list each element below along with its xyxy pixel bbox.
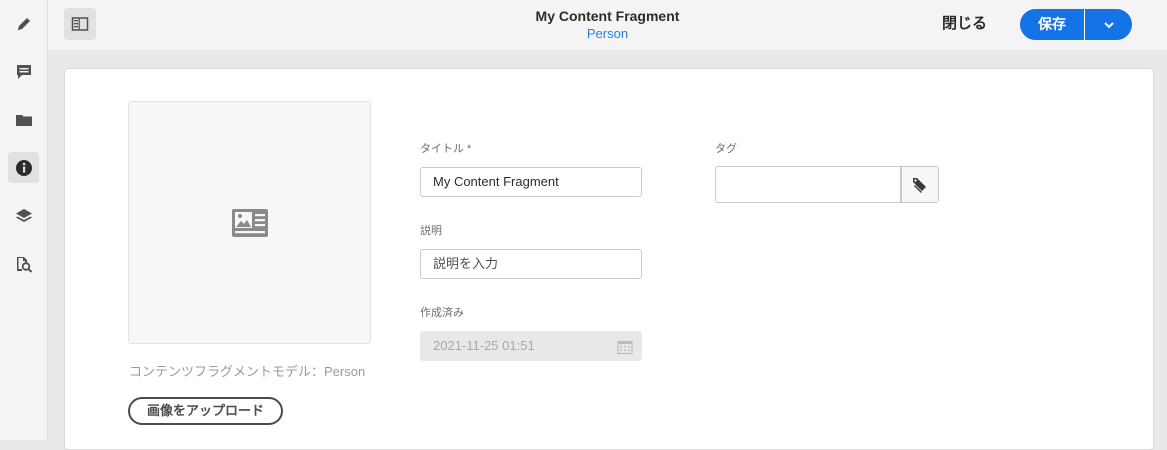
folder-button[interactable]	[8, 104, 39, 135]
title-input[interactable]: My Content Fragment	[420, 167, 642, 197]
title-block: My Content Fragment Person	[48, 6, 1167, 42]
edit-button[interactable]	[8, 8, 39, 39]
info-icon	[15, 159, 32, 176]
tag-icon	[913, 177, 926, 193]
properties-button[interactable]	[8, 152, 39, 183]
calendar-icon	[617, 340, 633, 355]
references-button[interactable]	[8, 248, 39, 279]
page-title: My Content Fragment	[535, 8, 680, 24]
chevron-down-icon	[1103, 21, 1114, 28]
upload-image-button[interactable]: 画像をアップロード	[128, 397, 283, 425]
variations-button[interactable]	[8, 200, 39, 231]
top-bar: My Content Fragment Person 閉じる 保存	[48, 0, 1167, 50]
created-date-field: 2021-11-25 01:51	[420, 331, 642, 361]
tags-input[interactable]	[715, 166, 901, 203]
comment-icon	[16, 64, 31, 79]
close-button[interactable]: 閉じる	[938, 10, 991, 38]
created-label: 作成済み	[420, 307, 464, 319]
save-options-button[interactable]	[1085, 9, 1132, 40]
folder-icon	[15, 114, 32, 126]
save-button[interactable]: 保存	[1020, 9, 1084, 40]
layers-icon	[15, 208, 32, 222]
created-date-value: 2021-11-25 01:51	[433, 338, 535, 353]
description-label: 説明	[420, 225, 442, 237]
open-tag-picker-button[interactable]	[901, 166, 939, 203]
pencil-icon	[17, 17, 30, 30]
thumbnail-placeholder	[128, 101, 371, 344]
image-card-icon	[231, 208, 268, 237]
model-label: コンテンツフラグメントモデル：Person	[129, 364, 366, 379]
properties-card: コンテンツフラグメントモデル：Person 画像をアップロード タイトル * M…	[64, 68, 1154, 450]
comments-button[interactable]	[8, 56, 39, 87]
tags-label: タグ	[715, 143, 737, 155]
left-rail	[0, 0, 48, 440]
model-subtitle-link[interactable]: Person	[48, 26, 1167, 42]
description-input[interactable]: 説明を入力	[420, 249, 642, 279]
save-button-group: 保存	[1020, 9, 1132, 40]
title-label: タイトル *	[420, 143, 472, 155]
search-references-icon	[16, 256, 32, 273]
